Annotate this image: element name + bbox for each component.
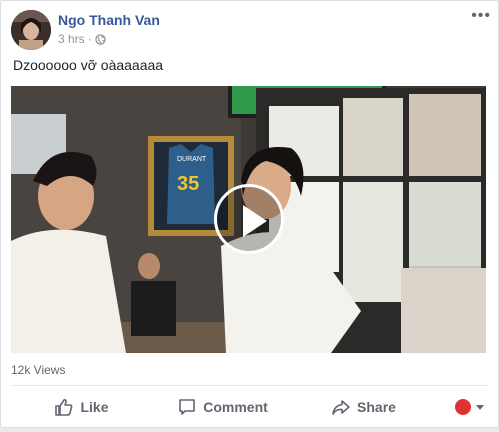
jersey-name: DURANT	[177, 156, 207, 163]
share-button[interactable]: Share	[293, 397, 434, 417]
thumbs-up-icon	[55, 398, 73, 416]
reaction-selector[interactable]	[434, 398, 484, 416]
post-header: Ngo Thanh Van 3 hrs · •••	[11, 8, 491, 50]
comment-label: Comment	[203, 399, 268, 415]
divider	[11, 385, 488, 386]
like-button[interactable]: Like	[11, 397, 152, 417]
post-text: Dzoooooo vỡ oàaaaaaa	[13, 57, 164, 73]
play-button[interactable]	[214, 184, 284, 254]
avatar-image	[11, 10, 51, 50]
post-meta: 3 hrs ·	[58, 32, 106, 46]
like-label: Like	[80, 399, 109, 415]
chevron-down-icon	[476, 404, 484, 410]
meta-separator: ·	[87, 32, 92, 46]
share-label: Share	[357, 399, 396, 415]
comment-icon	[179, 399, 196, 415]
video-player[interactable]: DURANT 35	[11, 86, 486, 353]
view-count: 12k Views	[11, 363, 66, 377]
share-icon	[332, 400, 350, 415]
play-icon	[243, 205, 267, 237]
author-name[interactable]: Ngo Thanh Van	[58, 12, 160, 28]
avatar[interactable]	[11, 10, 51, 50]
jersey-number: 35	[177, 173, 199, 195]
comment-button[interactable]: Comment	[152, 397, 293, 417]
globe-icon[interactable]	[94, 33, 106, 45]
action-bar: Like Comment Share	[11, 391, 488, 423]
profile-reaction-icon	[454, 398, 472, 416]
post-card: Ngo Thanh Van 3 hrs · ••• Dzoooooo vỡ oà…	[0, 0, 499, 428]
more-options-button[interactable]: •••	[471, 8, 491, 24]
post-time[interactable]: 3 hrs	[58, 32, 85, 46]
